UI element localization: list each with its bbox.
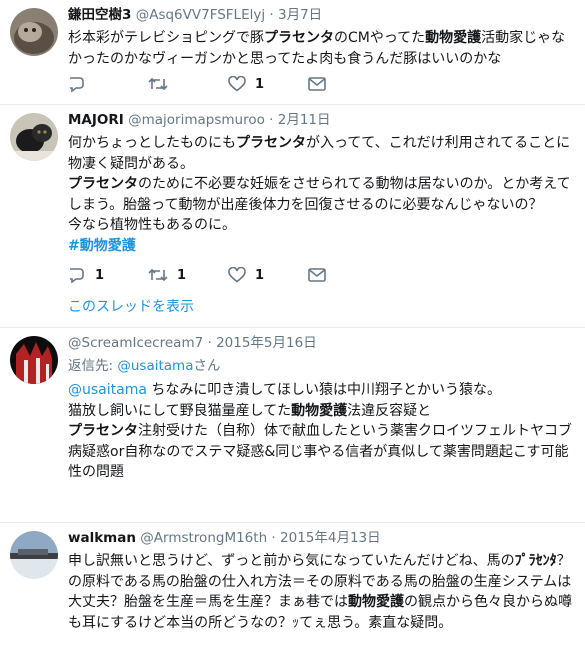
highlight: プラセンタ [236,135,306,151]
hashtag-link[interactable]: #動物愛護 [68,238,136,254]
highlight: 動物愛護 [291,402,348,419]
reply-context: 返信先: @usaitamaさん [68,358,221,374]
tweet-text: 申し訳無いと思うけど、ずっと前から気になっていたんだけどね、馬のﾌﾟﾗｾﾝﾀ？の… [68,553,572,631]
highlight: プラセンタ [264,30,334,46]
retweet-button[interactable] [148,74,168,94]
like-count: 1 [255,76,265,92]
avatar[interactable] [10,531,58,579]
avatar[interactable] [10,113,58,161]
highlight: 動物愛護 [425,30,482,46]
reply-icon [70,268,84,283]
tweet-feed: 鎌田空樹3 @Asq6VV7FSFLElyj · 3月7日 杉本彩がテレビショピ… [0,0,585,666]
tweet-text: 何かちょっとしたものにもプラセンタが入ってて、これだけ利用されてることに物凄く疑… [68,135,571,254]
separator: · [271,530,276,546]
tweet-time[interactable]: 2015年5月16日 [216,335,317,351]
tweet-text: @usaitama ちなみに叩き潰してほしい猿は中川翔子とかいう猿な。 猫放し飼… [68,382,572,480]
user-handle[interactable]: @Asq6VV7FSFLElyj [136,7,265,23]
highlight: プラセンタ [68,176,138,192]
retweet-icon [148,77,168,91]
like-button[interactable]: 1 [228,265,264,285]
tweet-text: 杉本彩がテレビショピングで豚プラセンタのCMやってた動物愛護活動家じゃなかったの… [68,30,566,67]
tweet-header: 鎌田空樹3 @Asq6VV7FSFLElyj · 3月7日 [68,6,577,24]
tweet-time[interactable]: 2月11日 [278,112,331,128]
user-handle[interactable]: @ArmstrongM16th [140,530,267,546]
heart-icon [228,267,246,283]
tweet-actions: 1 1 1 [68,265,368,285]
reply-icon [70,77,84,92]
tweet[interactable]: 鎌田空樹3 @Asq6VV7FSFLElyj · 3月7日 杉本彩がテレビショピ… [0,0,585,104]
tweet-time[interactable]: 3月7日 [278,7,322,23]
heart-icon [228,76,246,92]
retweet-count: 1 [177,267,187,283]
avatar[interactable] [10,8,58,56]
like-count: 1 [255,267,265,283]
user-handle[interactable]: @majorimapsmuroo [128,112,265,128]
tweet-header: walkman @ArmstrongM16th · 2015年4月13日 [68,529,577,547]
dm-button[interactable] [308,74,326,94]
tweet-header: @ScreamIcecream7 · 2015年5月16日 [68,334,577,352]
retweet-icon [148,268,168,282]
like-button[interactable]: 1 [228,74,264,94]
user-handle[interactable]: @ScreamIcecream7 [68,335,203,351]
tweet-time[interactable]: 2015年4月13日 [280,530,381,546]
retweet-button[interactable]: 1 [148,265,186,285]
tweet[interactable]: @ScreamIcecream7 · 2015年5月16日 返信先: @usai… [0,328,585,522]
highlight: ﾌﾟﾗｾﾝﾀ [514,553,557,569]
tweet[interactable]: MAJORI @majorimapsmuroo · 2月11日 何かちょっとした… [0,105,585,327]
avatar[interactable] [10,336,58,384]
tweet-header: MAJORI @majorimapsmuroo · 2月11日 [68,111,577,129]
envelope-icon [308,268,326,282]
user-name[interactable]: 鎌田空樹3 [68,7,131,23]
highlight: 動物愛護 [348,594,404,610]
reply-count: 1 [95,267,105,283]
dm-button[interactable] [308,265,326,285]
user-name[interactable]: walkman [68,530,136,546]
envelope-icon [308,77,326,91]
separator: · [269,112,274,128]
show-thread-link[interactable]: このスレッドを表示 [68,296,194,316]
highlight: プラセンタ [68,423,138,439]
separator: · [269,7,274,23]
reply-button[interactable]: 1 [68,265,104,285]
tweet-actions: 1 [68,74,368,94]
reply-to-user-link[interactable]: @usaitama [117,358,193,374]
reply-button[interactable] [68,74,86,94]
mention-link[interactable]: @usaitama [68,382,147,398]
user-name[interactable]: MAJORI [68,112,124,128]
separator: · [207,335,212,351]
tweet[interactable]: walkman @ArmstrongM16th · 2015年4月13日 申し訳… [0,523,585,666]
